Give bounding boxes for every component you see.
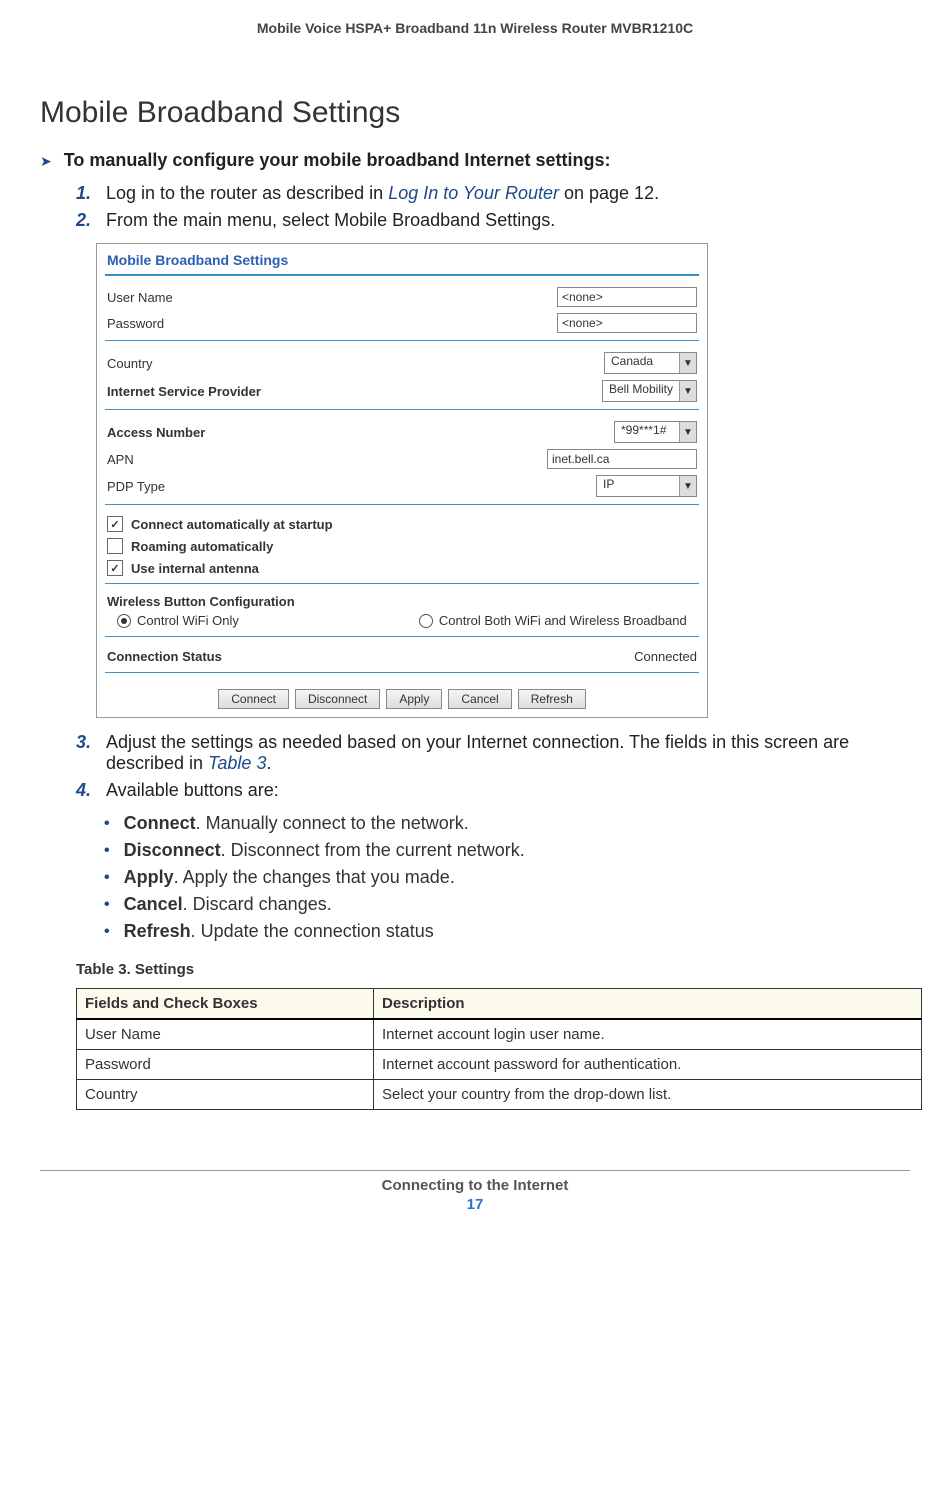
- disconnect-desc: . Disconnect from the current network.: [221, 840, 525, 860]
- password-input[interactable]: [557, 313, 697, 333]
- table-cell: Internet account login user name.: [374, 1019, 922, 1050]
- bullet-text: Disconnect. Disconnect from the current …: [124, 840, 525, 862]
- table3-link[interactable]: Table 3: [208, 753, 266, 773]
- conn-status-value: Connected: [634, 649, 697, 664]
- connect-button[interactable]: Connect: [218, 689, 289, 709]
- step-text: Adjust the settings as needed based on y…: [106, 732, 910, 774]
- country-label: Country: [107, 356, 153, 371]
- step-number: 3.: [76, 732, 96, 774]
- refresh-desc: . Update the connection status: [191, 921, 434, 941]
- settings-panel: Mobile Broadband Settings User Name Pass…: [96, 243, 708, 718]
- document-header: Mobile Voice HSPA+ Broadband 11n Wireles…: [40, 20, 910, 36]
- bullet-text: Cancel. Discard changes.: [124, 894, 332, 916]
- chevron-down-icon: ▼: [679, 353, 696, 373]
- step-number: 4.: [76, 780, 96, 801]
- cancel-term: Cancel: [124, 894, 183, 914]
- isp-value: Bell Mobility: [603, 381, 679, 401]
- refresh-button[interactable]: Refresh: [518, 689, 586, 709]
- both-label: Control Both WiFi and Wireless Broadband: [439, 613, 687, 628]
- step-text: Log in to the router as described in Log…: [106, 183, 659, 204]
- disconnect-term: Disconnect: [124, 840, 221, 860]
- apn-input[interactable]: [547, 449, 697, 469]
- bullet-text: Apply. Apply the changes that you made.: [124, 867, 455, 889]
- apply-button[interactable]: Apply: [386, 689, 442, 709]
- step-text: Available buttons are:: [106, 780, 279, 801]
- table-row: User Name Internet account login user na…: [77, 1019, 922, 1050]
- table-caption: Table 3. Settings: [76, 961, 910, 978]
- cancel-button[interactable]: Cancel: [448, 689, 511, 709]
- step3-suffix: .: [266, 753, 271, 773]
- apply-term: Apply: [124, 867, 174, 887]
- antenna-checkbox[interactable]: ✓: [107, 560, 123, 576]
- page-footer: Connecting to the Internet 17: [40, 1170, 910, 1213]
- startup-checkbox[interactable]: ✓: [107, 516, 123, 532]
- pdp-dropdown[interactable]: IP ▼: [596, 475, 697, 497]
- username-label: User Name: [107, 290, 173, 305]
- apn-label: APN: [107, 452, 134, 467]
- disconnect-button[interactable]: Disconnect: [295, 689, 380, 709]
- table-cell: Select your country from the drop-down l…: [374, 1080, 922, 1110]
- access-dropdown[interactable]: *99***1# ▼: [614, 421, 697, 443]
- antenna-label: Use internal antenna: [131, 561, 259, 576]
- bullet-text: Refresh. Update the connection status: [124, 921, 434, 943]
- isp-dropdown[interactable]: Bell Mobility ▼: [602, 380, 697, 402]
- table-row: Password Internet account password for a…: [77, 1050, 922, 1080]
- isp-label: Internet Service Provider: [107, 384, 261, 399]
- pdp-value: IP: [597, 476, 679, 496]
- connect-desc: . Manually connect to the network.: [196, 813, 469, 833]
- startup-label: Connect automatically at startup: [131, 517, 333, 532]
- both-radio[interactable]: [419, 614, 433, 628]
- wifi-only-label: Control WiFi Only: [137, 613, 239, 628]
- chevron-down-icon: ▼: [679, 381, 696, 401]
- bullet-text: Connect. Manually connect to the network…: [124, 813, 469, 835]
- section-heading: Mobile Broadband Settings: [40, 96, 910, 130]
- task-title: To manually configure your mobile broadb…: [64, 150, 611, 171]
- table-row: Country Select your country from the dro…: [77, 1080, 922, 1110]
- access-value: *99***1#: [615, 422, 679, 442]
- access-label: Access Number: [107, 425, 205, 440]
- roaming-label: Roaming automatically: [131, 539, 273, 554]
- step-number: 1.: [76, 183, 96, 204]
- chevron-down-icon: ▼: [679, 422, 696, 442]
- table-header: Fields and Check Boxes: [77, 989, 374, 1020]
- login-link[interactable]: Log In to Your Router: [388, 183, 559, 203]
- page-number: 17: [40, 1196, 910, 1213]
- country-dropdown[interactable]: Canada ▼: [604, 352, 697, 374]
- bullet-icon: •: [104, 840, 110, 862]
- step-number: 2.: [76, 210, 96, 231]
- bullet-icon: •: [104, 921, 110, 943]
- table-cell: Internet account password for authentica…: [374, 1050, 922, 1080]
- country-value: Canada: [605, 353, 679, 373]
- panel-title: Mobile Broadband Settings: [97, 244, 707, 270]
- table-header: Description: [374, 989, 922, 1020]
- wifi-only-radio[interactable]: [117, 614, 131, 628]
- settings-table: Fields and Check Boxes Description User …: [76, 988, 922, 1110]
- task-arrow-icon: ➤: [40, 153, 52, 170]
- password-label: Password: [107, 316, 164, 331]
- bullet-icon: •: [104, 813, 110, 835]
- wireless-config-label: Wireless Button Configuration: [97, 592, 707, 609]
- chevron-down-icon: ▼: [679, 476, 696, 496]
- step-text: From the main menu, select Mobile Broadb…: [106, 210, 555, 231]
- table-cell: User Name: [77, 1019, 374, 1050]
- conn-status-label: Connection Status: [107, 649, 222, 664]
- refresh-term: Refresh: [124, 921, 191, 941]
- roaming-checkbox[interactable]: [107, 538, 123, 554]
- connect-term: Connect: [124, 813, 196, 833]
- apply-desc: . Apply the changes that you made.: [174, 867, 455, 887]
- pdp-label: PDP Type: [107, 479, 165, 494]
- table-cell: Password: [77, 1050, 374, 1080]
- bullet-icon: •: [104, 894, 110, 916]
- step1-prefix: Log in to the router as described in: [106, 183, 388, 203]
- step1-suffix: on page 12.: [559, 183, 659, 203]
- bullet-icon: •: [104, 867, 110, 889]
- table-cell: Country: [77, 1080, 374, 1110]
- footer-section: Connecting to the Internet: [40, 1177, 910, 1194]
- cancel-desc: . Discard changes.: [183, 894, 332, 914]
- username-input[interactable]: [557, 287, 697, 307]
